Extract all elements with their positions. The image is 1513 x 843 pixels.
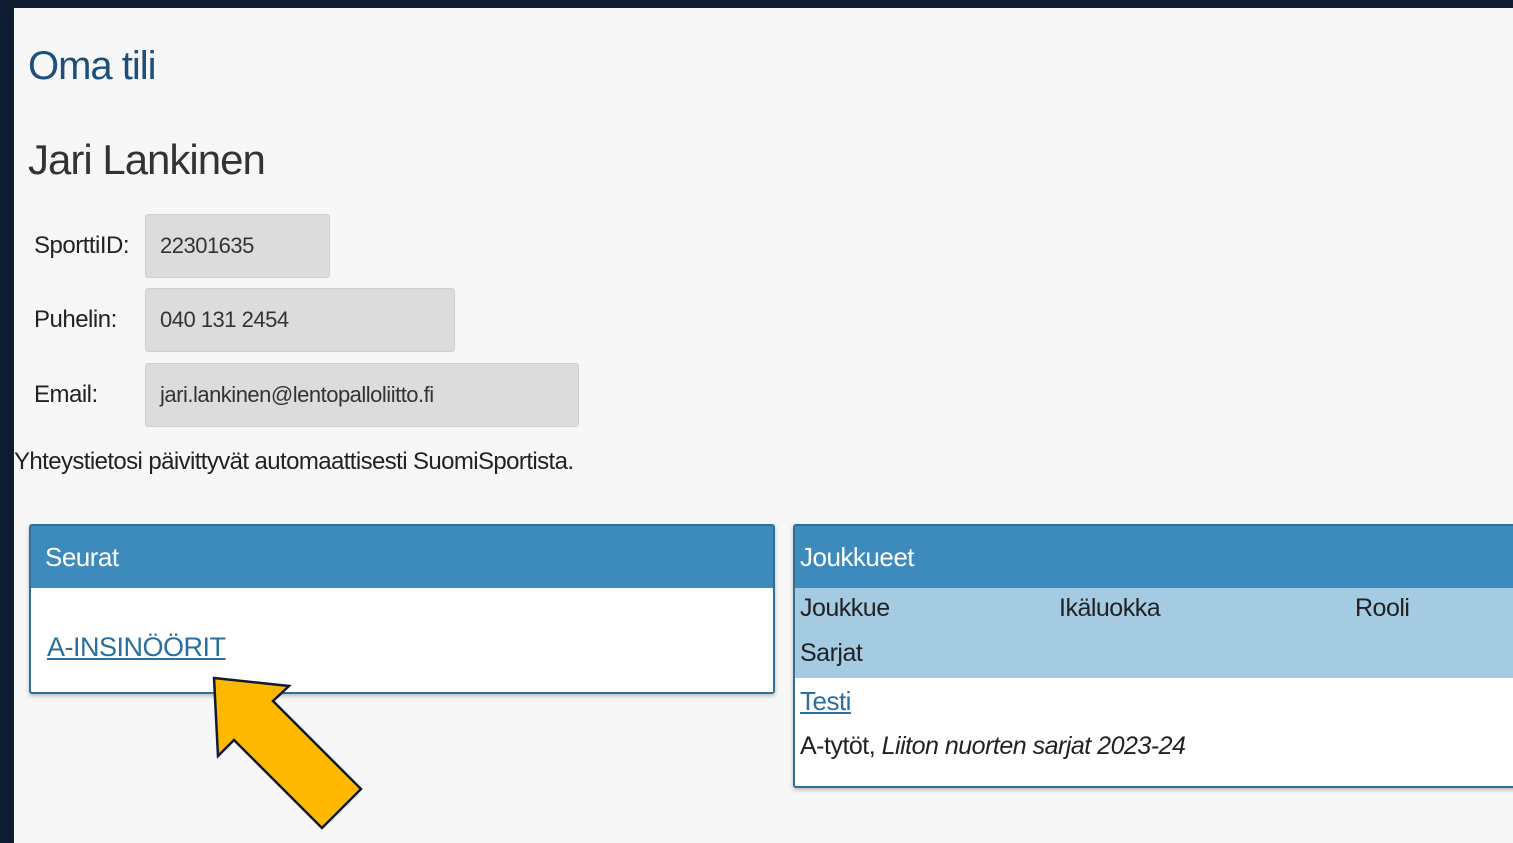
teams-table-header: Joukkue Ikäluokka Rooli Sarjat	[795, 588, 1513, 678]
email-label: Email:	[34, 381, 98, 408]
column-header-team: Joukkue	[800, 594, 890, 622]
clubs-panel: Seurat A-INSINÖÖRIT	[29, 524, 775, 694]
phone-label: Puhelin:	[34, 306, 117, 333]
page-content: Oma tili Jari Lankinen SporttiID: 223016…	[14, 8, 1513, 843]
column-header-age-class: Ikäluokka	[1059, 594, 1161, 622]
sportti-id-field: 22301635	[145, 214, 330, 278]
contact-info-note: Yhteystietosi päivittyvät automaattisest…	[14, 448, 574, 475]
team-age-class: A-tytöt	[800, 732, 869, 760]
clubs-list: A-INSINÖÖRIT	[31, 588, 773, 663]
sportti-id-label: SporttiID:	[34, 232, 130, 259]
table-row: Testi A-tytöt, Liiton nuorten sarjat 202…	[795, 678, 1513, 778]
team-series-info: A-tytöt, Liiton nuorten sarjat 2023-24	[800, 732, 1186, 761]
team-series: Liiton nuorten sarjat 2023-24	[881, 732, 1186, 760]
teams-panel: Joukkueet Joukkue Ikäluokka Rooli Sarjat…	[793, 524, 1513, 788]
page-title: Oma tili	[28, 44, 157, 88]
team-link-testi[interactable]: Testi	[800, 686, 851, 717]
team-series-separator: ,	[868, 732, 876, 760]
column-header-series: Sarjat	[800, 639, 863, 667]
phone-row: Puhelin: 040 131 2454	[34, 288, 455, 352]
clubs-panel-header: Seurat	[31, 526, 773, 588]
annotation-arrow-icon	[212, 676, 363, 830]
column-header-role: Rooli	[1355, 594, 1410, 622]
email-row: Email: jari.lankinen@lentopalloliitto.fi	[34, 363, 579, 427]
sportti-id-row: SporttiID: 22301635	[34, 214, 330, 278]
email-field: jari.lankinen@lentopalloliitto.fi	[145, 363, 579, 427]
user-name: Jari Lankinen	[28, 136, 266, 183]
phone-field: 040 131 2454	[145, 288, 455, 352]
club-link-a-insinoorit[interactable]: A-INSINÖÖRIT	[47, 632, 226, 662]
teams-panel-header: Joukkueet	[795, 526, 1513, 588]
